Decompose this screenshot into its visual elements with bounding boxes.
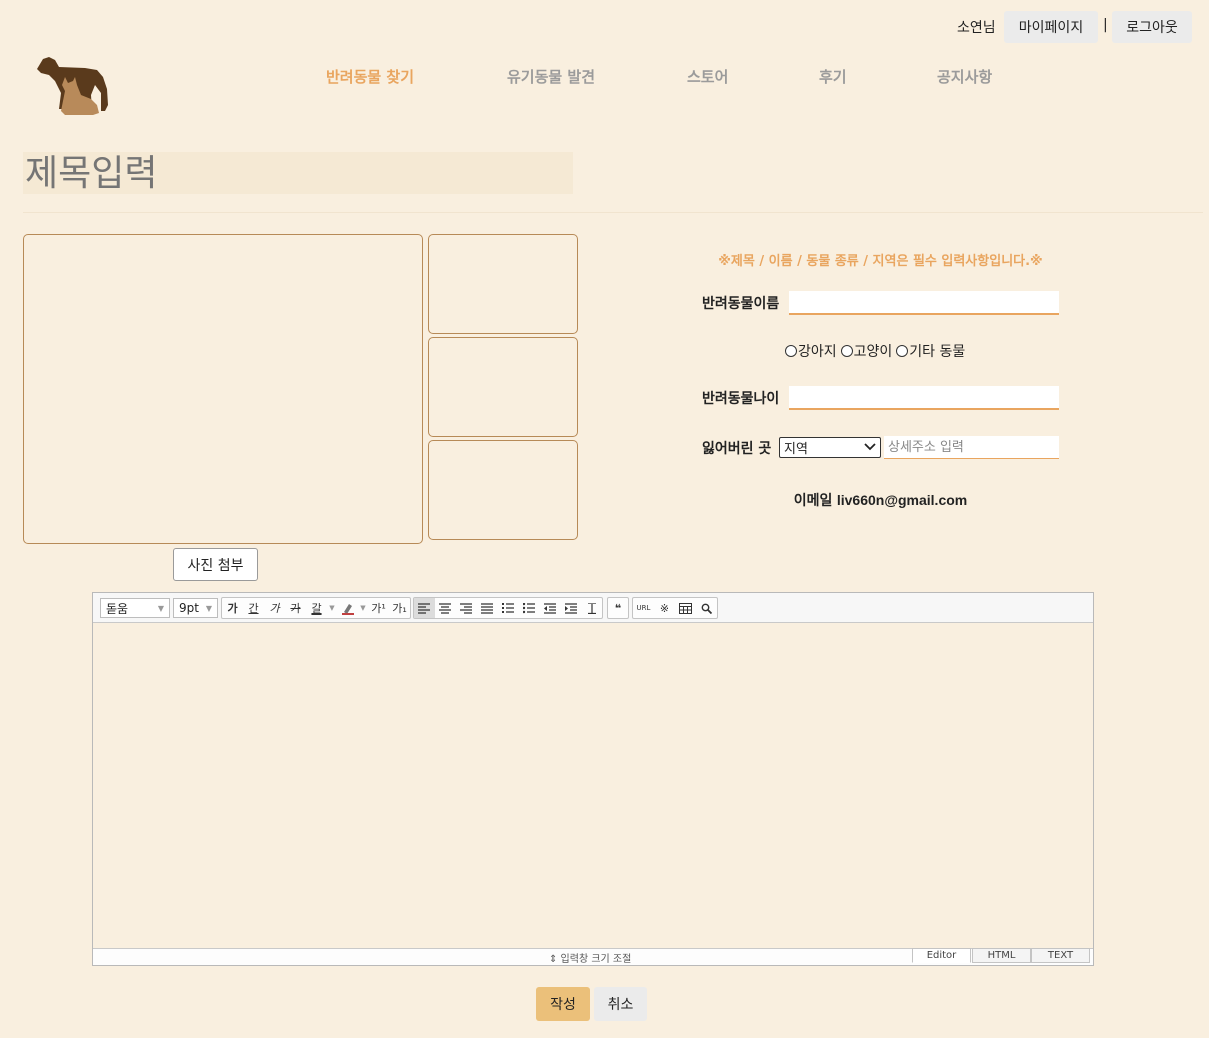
submit-button[interactable]: 작성 — [536, 987, 590, 1021]
photo-thumb-slot-1[interactable] — [428, 234, 578, 334]
special-char-icon[interactable]: ※ — [654, 598, 675, 618]
species-label-cat: 고양이 — [853, 344, 893, 360]
required-notice: ※제목 / 이름 / 동물 종류 / 지역은 필수 입력사항입니다.※ — [718, 254, 1043, 269]
bold-button[interactable]: 가 — [222, 598, 243, 618]
insert-group: URL ※ — [632, 597, 718, 619]
email-row: 이메일 liv660n@gmail.com — [703, 490, 1058, 510]
font-size-value: 9pt — [179, 601, 199, 615]
nav-notices[interactable]: 공지사항 — [937, 66, 992, 87]
address-input[interactable] — [884, 436, 1059, 459]
attach-photo-button[interactable]: 사진 첨부 — [173, 548, 258, 581]
species-radio-other[interactable] — [896, 345, 909, 357]
editor-content-area[interactable] — [93, 624, 1093, 948]
nav-reviews[interactable]: 후기 — [819, 66, 847, 87]
region-select-value: 지역 — [784, 442, 808, 457]
lost-place-label: 잃어버린 곳 — [702, 441, 772, 457]
outdent-icon[interactable] — [539, 598, 560, 618]
link-button[interactable]: URL — [633, 598, 654, 618]
quote-button[interactable]: ❝ — [608, 598, 628, 618]
align-justify-icon[interactable] — [477, 598, 498, 618]
title-input[interactable] — [23, 152, 573, 194]
table-icon[interactable] — [675, 598, 696, 618]
ordered-list-icon[interactable] — [498, 598, 519, 618]
align-center-icon[interactable] — [435, 598, 456, 618]
paragraph-group — [413, 597, 603, 619]
mode-tab-html[interactable]: HTML — [972, 948, 1031, 963]
align-left-icon[interactable] — [414, 598, 435, 618]
editor-toolbar: 돋움 ▼ 9pt ▼ 가 간 가 가 갈 ▼ ▼ 가¹ 가₁ ❝ URL ※ — [93, 593, 1093, 623]
line-height-icon[interactable] — [581, 598, 602, 618]
bullet-list-icon[interactable] — [518, 598, 539, 618]
superscript-button[interactable]: 가¹ — [368, 598, 389, 618]
caret-down-icon: ▼ — [205, 603, 212, 613]
nav-store[interactable]: 스토어 — [687, 66, 728, 87]
italic-button[interactable]: 가 — [264, 598, 285, 618]
rich-text-editor: 돋움 ▼ 9pt ▼ 가 간 가 가 갈 ▼ ▼ 가¹ 가₁ ❝ URL ※ ⇕… — [92, 592, 1094, 966]
font-family-select[interactable]: 돋움 ▼ — [100, 598, 170, 618]
search-icon[interactable] — [696, 598, 717, 618]
nav-found-stray[interactable]: 유기동물 발견 — [507, 66, 595, 87]
quote-group: ❝ — [607, 597, 629, 619]
species-radio-group: 강아지 고양이 기타 동물 — [785, 341, 969, 361]
logout-button[interactable]: 로그아웃 — [1112, 11, 1192, 43]
text-format-group: 가 간 가 가 갈 ▼ ▼ 가¹ 가₁ — [221, 597, 411, 619]
editor-footer: ⇕ 입력창 크기 조절 Editor HTML TEXT — [93, 948, 1093, 965]
strikethrough-button[interactable]: 가 — [285, 598, 306, 618]
photo-thumb-slot-3[interactable] — [428, 440, 578, 540]
highlight-icon[interactable] — [337, 598, 358, 618]
species-radio-dog[interactable] — [785, 345, 797, 357]
region-select[interactable]: 지역 — [779, 437, 881, 458]
photo-main-slot[interactable] — [23, 234, 423, 544]
font-color-button[interactable]: 갈 — [306, 598, 327, 618]
font-size-select[interactable]: 9pt ▼ — [173, 598, 218, 618]
indent-icon[interactable] — [560, 598, 581, 618]
user-name: 소연님 — [957, 20, 996, 36]
species-label-dog: 강아지 — [798, 344, 837, 360]
pet-age-label: 반려동물나이 — [702, 391, 780, 407]
email-label: 이메일 — [793, 493, 833, 509]
photo-thumb-slot-2[interactable] — [428, 337, 578, 437]
pet-age-field[interactable] — [789, 386, 1059, 410]
title-divider — [23, 212, 1203, 213]
caret-down-icon: ▼ — [157, 603, 164, 613]
cancel-button[interactable]: 취소 — [594, 987, 647, 1021]
mode-tab-editor[interactable]: Editor — [912, 948, 971, 963]
nav-find-pet[interactable]: 반려동물 찾기 — [326, 66, 414, 87]
logo-dog-cat-icon[interactable] — [35, 55, 113, 117]
mypage-button[interactable]: 마이페이지 — [1004, 11, 1098, 43]
chevron-down-icon — [864, 440, 876, 455]
resize-handle[interactable]: ⇕ 입력창 크기 조절 — [549, 950, 631, 965]
account-divider: | — [1103, 17, 1108, 33]
email-value: liv660n@gmail.com — [836, 492, 968, 508]
underline-button[interactable]: 간 — [243, 598, 264, 618]
mode-tab-text[interactable]: TEXT — [1031, 948, 1090, 963]
font-family-value: 돋움 — [106, 601, 129, 616]
subscript-button[interactable]: 가₁ — [389, 598, 410, 618]
caret-down-icon[interactable]: ▼ — [358, 598, 368, 618]
species-label-other: 기타 동물 — [909, 344, 966, 360]
caret-down-icon[interactable]: ▼ — [327, 598, 337, 618]
align-right-icon[interactable] — [456, 598, 477, 618]
pet-name-label: 반려동물이름 — [702, 296, 780, 312]
pet-name-field[interactable] — [789, 291, 1059, 315]
species-radio-cat[interactable] — [840, 345, 853, 357]
